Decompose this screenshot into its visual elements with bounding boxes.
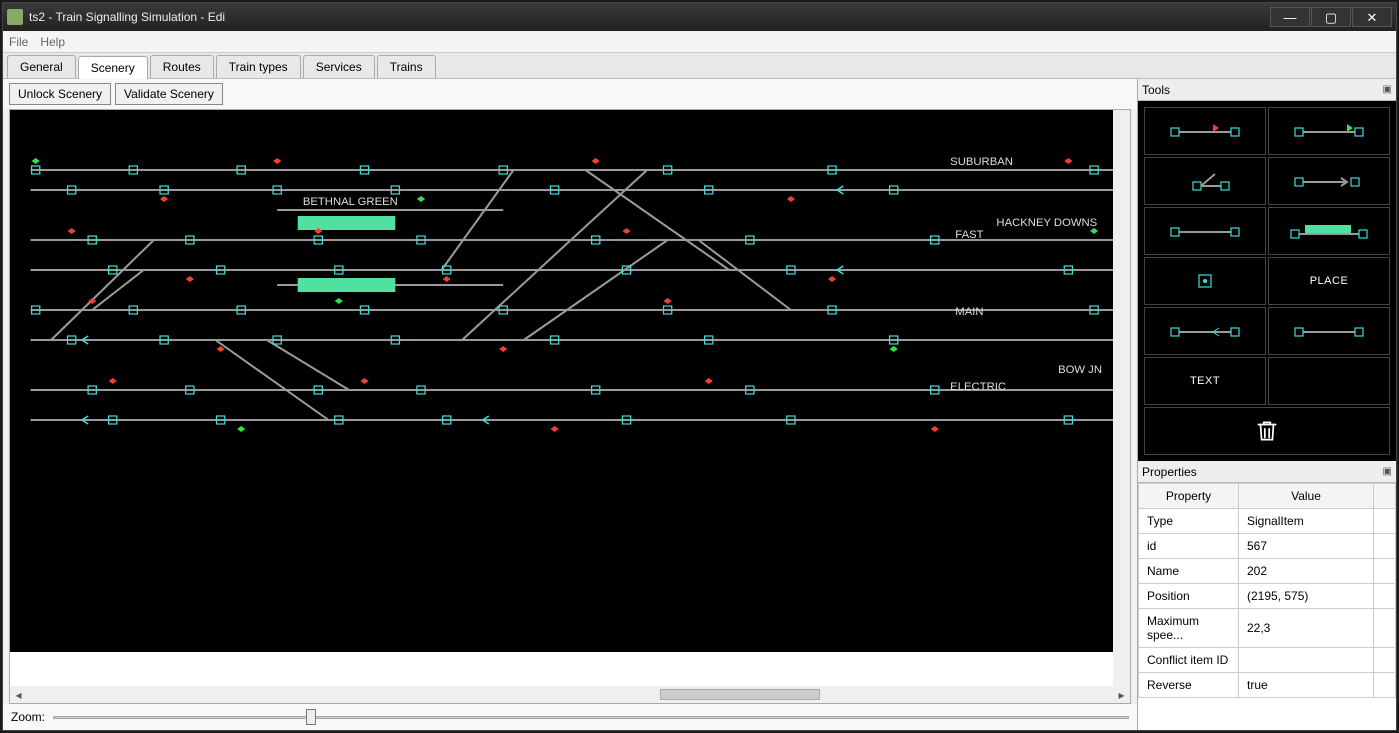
tab-routes[interactable]: Routes <box>150 55 214 78</box>
tool-track2[interactable] <box>1268 307 1390 355</box>
undock-icon[interactable]: ▣ <box>1383 84 1392 95</box>
tab-scenery[interactable]: Scenery <box>78 56 148 79</box>
zoom-slider-thumb[interactable] <box>306 709 316 725</box>
trash-icon <box>1254 418 1280 444</box>
prop-val[interactable]: (2195, 575) <box>1239 584 1374 609</box>
label-bow-jn: BOW JN <box>1058 364 1102 376</box>
label-main: MAIN <box>955 306 983 318</box>
titlebar: ts2 - Train Signalling Simulation - Edi … <box>3 3 1396 31</box>
label-bethnal-green: BETHNAL GREEN <box>303 196 398 208</box>
menu-file[interactable]: File <box>9 35 28 49</box>
app-icon <box>7 9 23 25</box>
tool-point[interactable] <box>1144 257 1266 305</box>
label-hackney-downs: HACKNEY DOWNS <box>996 217 1097 229</box>
tool-delete[interactable] <box>1144 407 1390 455</box>
close-button[interactable]: ✕ <box>1352 7 1392 27</box>
validate-scenery-button[interactable]: Validate Scenery <box>115 83 223 105</box>
properties-table: PropertyValue TypeSignalItem id567 Name2… <box>1138 483 1396 730</box>
minimize-button[interactable]: — <box>1270 7 1310 27</box>
tool-end-arrow[interactable] <box>1268 157 1390 205</box>
scroll-thumb[interactable] <box>660 689 820 700</box>
window-title: ts2 - Train Signalling Simulation - Edi <box>29 10 1270 24</box>
scenery-canvas[interactable]: BETHNAL GREEN SUBURBAN HACKNEY DOWNS FAS… <box>9 109 1131 704</box>
tab-trains[interactable]: Trains <box>377 55 436 78</box>
label-fast: FAST <box>955 229 983 241</box>
prop-val[interactable]: 202 <box>1239 559 1374 584</box>
tool-track[interactable] <box>1144 207 1266 255</box>
prop-val[interactable]: true <box>1239 673 1374 698</box>
canvas-scrollbar-vertical[interactable] <box>1113 110 1130 686</box>
properties-title: Properties <box>1142 465 1197 479</box>
menubar: File Help <box>3 31 1396 53</box>
prop-val[interactable] <box>1239 648 1374 673</box>
tool-place[interactable]: PLACE <box>1268 257 1390 305</box>
prop-key: Position <box>1139 584 1239 609</box>
undock-icon-2[interactable]: ▣ <box>1383 466 1392 477</box>
tool-signal-red[interactable] <box>1144 107 1266 155</box>
tool-dir-left[interactable] <box>1144 307 1266 355</box>
properties-panel-header: Properties ▣ <box>1138 461 1396 483</box>
tab-general[interactable]: General <box>7 55 76 78</box>
canvas-scrollbar-horizontal[interactable]: ◂ ▸ <box>10 686 1130 703</box>
tab-bar: General Scenery Routes Train types Servi… <box>3 53 1396 79</box>
tool-text[interactable]: TEXT <box>1144 357 1266 405</box>
tools-title: Tools <box>1142 83 1170 97</box>
prop-key: id <box>1139 534 1239 559</box>
zoom-label: Zoom: <box>11 710 45 724</box>
tool-platform[interactable] <box>1268 207 1390 255</box>
label-suburban: SUBURBAN <box>950 156 1013 168</box>
unlock-scenery-button[interactable]: Unlock Scenery <box>9 83 111 105</box>
menu-help[interactable]: Help <box>40 35 65 49</box>
prop-key: Reverse <box>1139 673 1239 698</box>
tools-panel-header: Tools ▣ <box>1138 79 1396 101</box>
prop-val[interactable]: 22,3 <box>1239 609 1374 648</box>
scroll-right-arrow-icon[interactable]: ▸ <box>1113 686 1130 703</box>
prop-val[interactable]: 567 <box>1239 534 1374 559</box>
tool-empty <box>1268 357 1390 405</box>
tool-signal-green[interactable] <box>1268 107 1390 155</box>
prop-header-val[interactable]: Value <box>1239 484 1374 509</box>
tab-services[interactable]: Services <box>303 55 375 78</box>
prop-key: Maximum spee... <box>1139 609 1239 648</box>
tab-train-types[interactable]: Train types <box>216 55 301 78</box>
prop-val[interactable]: SignalItem <box>1239 509 1374 534</box>
prop-key: Conflict item ID <box>1139 648 1239 673</box>
label-electric: ELECTRIC <box>950 381 1006 393</box>
tool-junction[interactable] <box>1144 157 1266 205</box>
tools-grid: PLACE TEXT <box>1138 101 1396 461</box>
prop-header-key[interactable]: Property <box>1139 484 1239 509</box>
prop-key: Name <box>1139 559 1239 584</box>
zoom-slider[interactable] <box>53 707 1129 727</box>
prop-key: Type <box>1139 509 1239 534</box>
scroll-left-arrow-icon[interactable]: ◂ <box>10 686 27 703</box>
maximize-button[interactable]: ▢ <box>1311 7 1351 27</box>
